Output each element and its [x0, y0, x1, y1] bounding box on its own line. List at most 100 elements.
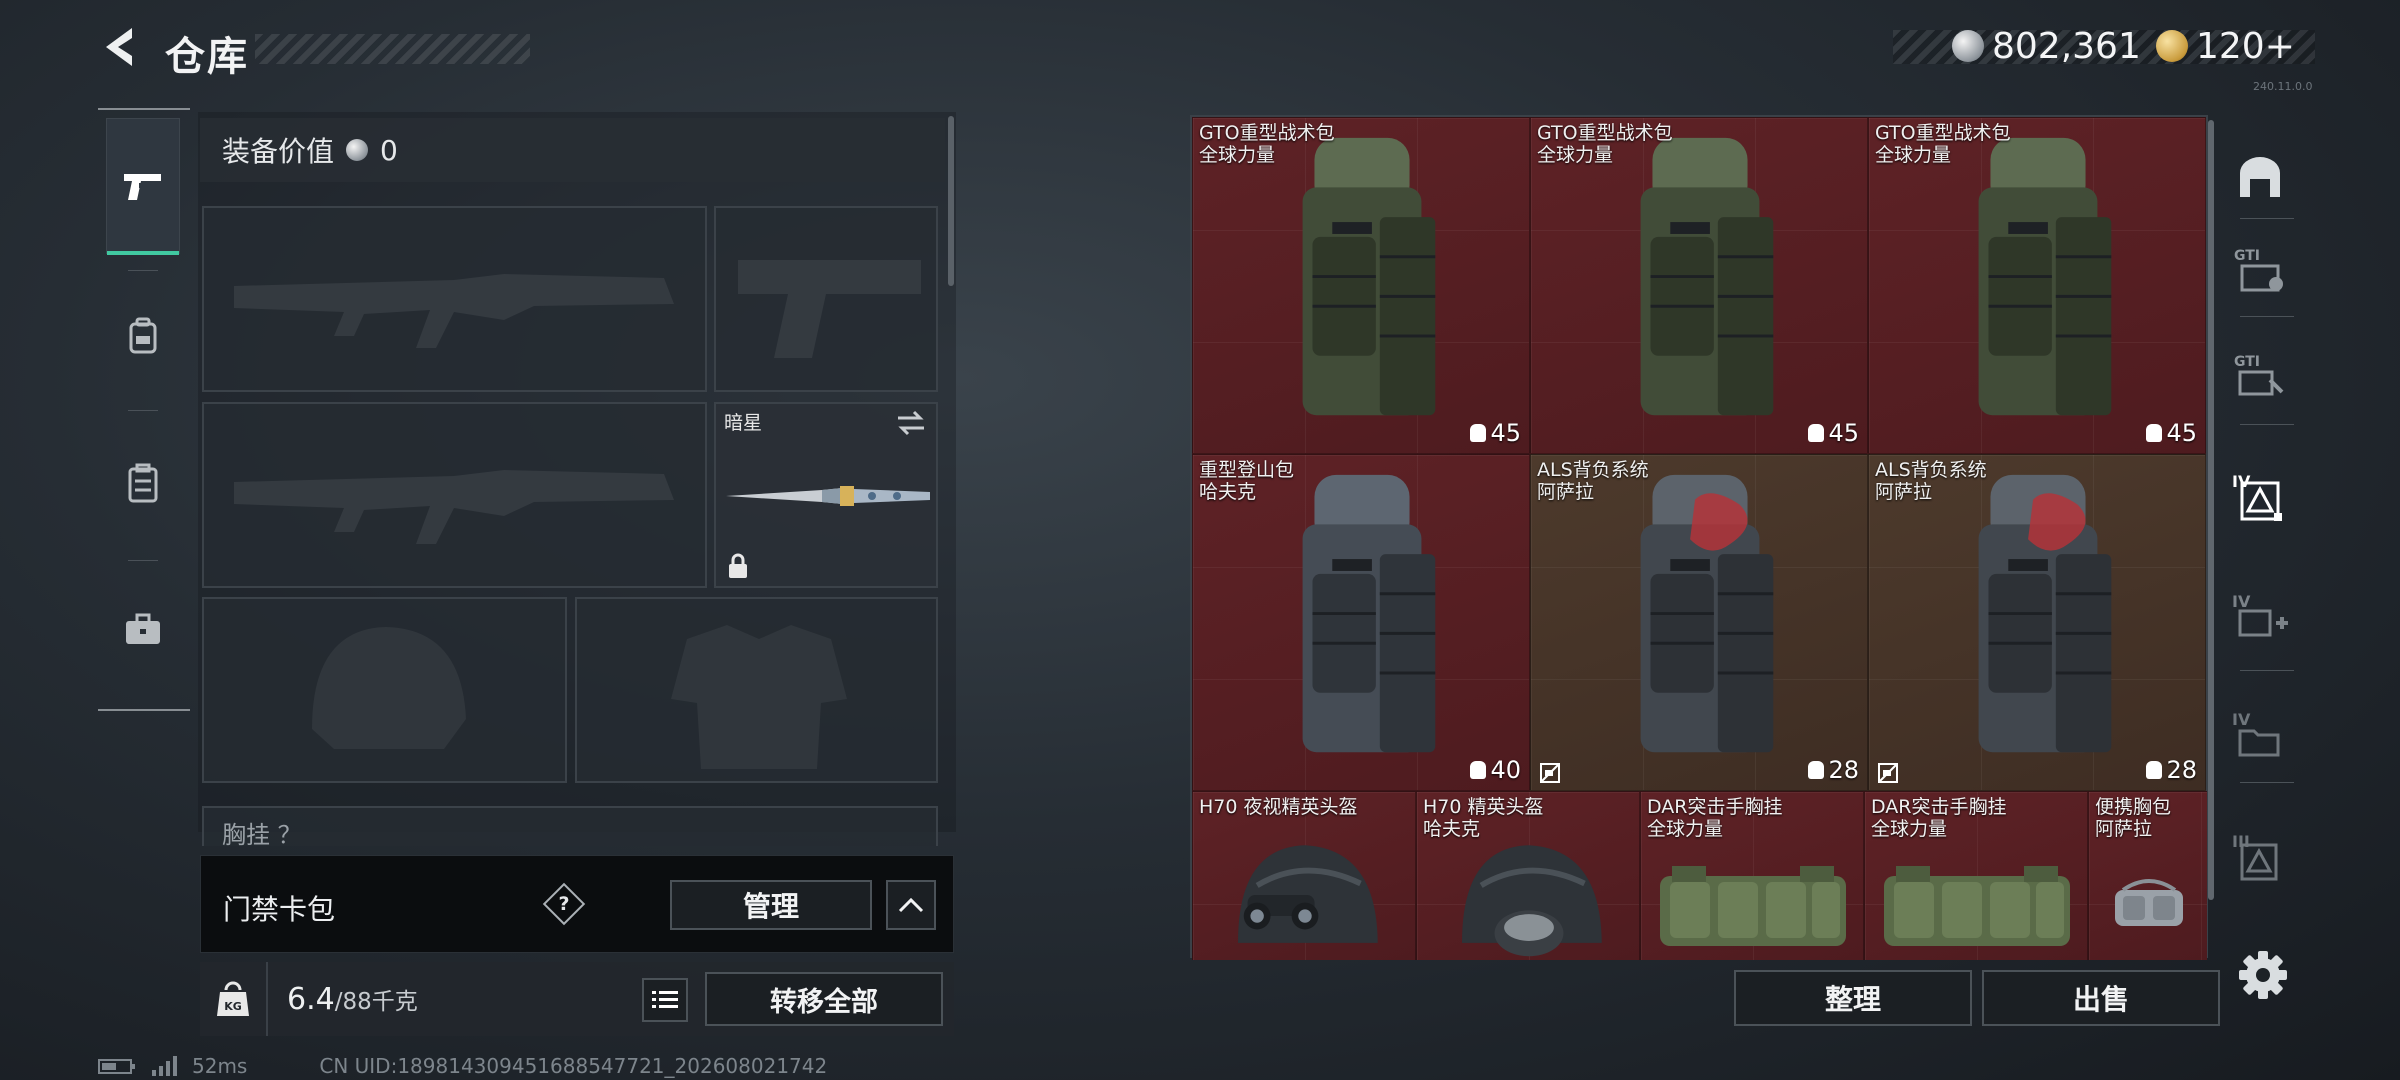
capacity-icon: [1470, 761, 1487, 779]
sell-button[interactable]: 出售: [1982, 970, 2220, 1026]
storage-item[interactable]: DAR突击手胸挂 全球力量: [1864, 791, 2088, 960]
sort-button[interactable]: 整理: [1734, 970, 1972, 1026]
storage-item[interactable]: 重型登山包 哈夫克 40: [1192, 454, 1530, 791]
left-nav-weapons[interactable]: [106, 118, 180, 255]
list-icon: [652, 991, 678, 1008]
capacity-icon: [1808, 761, 1825, 779]
chevron-up-icon: [898, 897, 924, 913]
left-nav-backpack[interactable]: [106, 268, 180, 404]
storage-item[interactable]: GTO重型战术包 全球力量 45: [1530, 117, 1868, 454]
item-name: H70 精英头盔 哈夫克: [1423, 796, 1544, 840]
capacity-icon: [1470, 424, 1487, 442]
rifle-silhouette-icon: [234, 274, 674, 348]
right-nav-tier4-folder[interactable]: IV: [2225, 690, 2295, 780]
left-nav-separator: [128, 410, 158, 411]
lock-icon: [729, 553, 747, 578]
right-nav-separator: [2240, 316, 2294, 317]
weight-current: 6.4: [287, 982, 335, 1017]
storage-item[interactable]: H70 夜视精英头盔: [1192, 791, 1416, 960]
item-name: 重型登山包 哈夫克: [1199, 459, 1295, 503]
gti-storage-1-icon: GTI: [2234, 248, 2283, 292]
back-arrow-icon[interactable]: [96, 22, 146, 72]
knife-icon: [726, 486, 930, 506]
tier4-add-icon: IV: [2232, 592, 2288, 637]
equip-value-label: 装备价值: [222, 135, 335, 168]
tier3-storage-icon: III: [2232, 832, 2278, 881]
gold-coin-icon: [2156, 30, 2188, 62]
right-nav-tier4-storage[interactable]: IV: [2225, 452, 2295, 542]
version-text: 240.11.0.0: [2253, 80, 2313, 93]
storage-item[interactable]: GTO重型战术包 全球力量 45: [1192, 117, 1530, 454]
right-nav-tier4-add[interactable]: IV: [2225, 572, 2295, 662]
svg-text:GTI: GTI: [2234, 248, 2260, 264]
right-nav-separator: [2240, 218, 2294, 219]
signal-icon: [152, 1056, 177, 1076]
right-nav-gti-2[interactable]: GTI: [2225, 330, 2295, 420]
armor-silhouette-icon: [671, 625, 847, 769]
storage-grid[interactable]: GTO重型战术包 全球力量 45 GTO重型战术包 全球力量 45 GTO重型战术包 全球力量…: [1192, 117, 2207, 960]
silver-coin-icon: [346, 139, 369, 161]
no-trade-icon: [1540, 763, 1560, 783]
storage-item[interactable]: DAR突击手胸挂 全球力量: [1640, 791, 1864, 960]
right-nav-gti-1[interactable]: GTI: [2225, 224, 2295, 314]
left-nav-top-line: [98, 108, 190, 110]
storage-item[interactable]: ALS背负系统 阿萨拉 28: [1530, 454, 1868, 791]
manage-button[interactable]: 管理: [670, 880, 872, 930]
item-name: 便携胸包 阿萨拉: [2095, 796, 2172, 840]
storage-item[interactable]: 便携胸包 阿萨拉: [2088, 791, 2207, 960]
armor-slot[interactable]: [575, 597, 938, 783]
item-name: DAR突击手胸挂 全球力量: [1647, 796, 1783, 840]
keycard-bar: 门禁卡包 ? 管理: [200, 855, 954, 953]
chest-rig-slot[interactable]: [202, 806, 938, 846]
secondary-weapon-slot[interactable]: [202, 402, 707, 588]
item-name: GTO重型战术包 全球力量: [1537, 122, 1673, 166]
primary-weapon-slot[interactable]: [202, 206, 707, 392]
gold-amount: 120+: [2196, 25, 2295, 67]
item-capacity: 45: [2146, 419, 2197, 447]
ping-text: 52ms: [192, 1054, 248, 1078]
capacity-icon: [1808, 424, 1825, 442]
storage-item[interactable]: H70 精英头盔 哈夫克: [1416, 791, 1640, 960]
item-capacity: 28: [2146, 756, 2197, 784]
vest-icon: [128, 463, 158, 503]
silver-coin-icon: [1952, 30, 1984, 62]
no-trade-icon: [1878, 763, 1898, 783]
storage-item[interactable]: GTO重型战术包 全球力量 45: [1868, 117, 2206, 454]
pistol-silhouette-icon: [738, 260, 921, 358]
melee-slot[interactable]: 暗星: [714, 402, 938, 588]
svg-text:KG: KG: [224, 1000, 242, 1013]
swap-icon[interactable]: [896, 410, 926, 436]
weight-text: 6.4/88千克: [287, 982, 418, 1017]
helmet-slot[interactable]: [202, 597, 567, 783]
left-nav-vest[interactable]: [106, 416, 180, 552]
equip-value-bar: 装备价值 0: [200, 118, 945, 182]
help-icon[interactable]: ?: [542, 882, 586, 926]
settings-gear-icon[interactable]: [2236, 948, 2290, 1002]
battery-icon: [98, 1059, 135, 1074]
gold-currency[interactable]: 120+: [2156, 24, 2295, 68]
silver-currency: 802,361: [1952, 24, 2141, 68]
chest-rig-label: 胸挂 ？: [222, 821, 302, 849]
storage-item[interactable]: ALS背负系统 阿萨拉 28: [1868, 454, 2206, 791]
list-view-button[interactable]: [642, 978, 688, 1022]
item-capacity: 40: [1470, 756, 1521, 784]
backpack-icon: [129, 317, 157, 354]
kg-weight-icon: KG: [217, 981, 249, 1016]
keycard-label: 门禁卡包: [223, 893, 336, 926]
right-nav-tier3[interactable]: III: [2225, 812, 2295, 902]
left-nav-briefcase[interactable]: [106, 562, 180, 698]
rifle-silhouette-icon: [234, 470, 674, 544]
item-capacity: 45: [1808, 419, 1859, 447]
left-nav-separator: [128, 560, 158, 561]
collapse-button[interactable]: [886, 880, 936, 930]
pistol-slot[interactable]: [714, 206, 938, 392]
transfer-all-button[interactable]: 转移全部: [705, 972, 943, 1026]
svg-text:IV: IV: [2232, 710, 2251, 729]
right-nav-storage[interactable]: [2225, 132, 2295, 222]
loadout-scrollbar[interactable]: [948, 116, 954, 286]
left-nav-bottom-line: [98, 709, 190, 711]
storage-scrollbar[interactable]: [2208, 120, 2214, 900]
title-stripe-decoration: [255, 34, 530, 64]
right-nav-separator: [2240, 782, 2294, 783]
pistol-icon: [124, 174, 161, 200]
